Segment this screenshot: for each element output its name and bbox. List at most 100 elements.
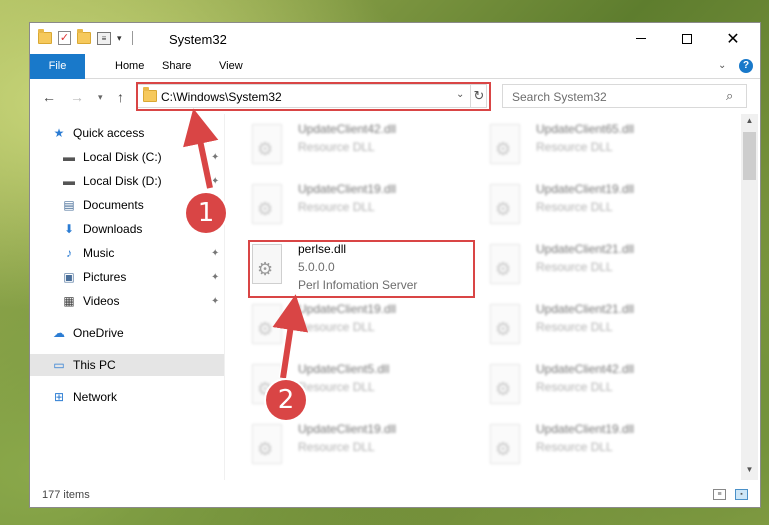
pin-icon[interactable]: ✦ [211,296,219,307]
sidebar-item-downloads[interactable]: ⬇ Downloads [62,218,142,240]
window-title: System32 [169,32,227,47]
file-item[interactable]: ⚙ UpdateClient21.dll Resource DLL [466,298,696,353]
new-folder-icon[interactable] [77,29,91,44]
file-description: Resource DLL [536,380,613,394]
file-item[interactable]: ⚙ UpdateClient19.dll Resource DLL [228,298,458,353]
sidebar-item-label: Pictures [83,270,127,284]
up-arrow-icon[interactable]: ↑ [117,89,124,105]
scroll-down-icon[interactable]: ▼ [741,465,758,474]
gear-icon: ⚙ [495,379,512,399]
file-name: UpdateClient19.dll [536,422,635,436]
file-item[interactable]: ⚙ UpdateClient19.dll Resource DLL [228,178,458,233]
minimize-button[interactable] [618,23,664,54]
file-item[interactable]: ⚙ UpdateClient19.dll Resource DLL [466,418,696,473]
file-name: UpdateClient42.dll [536,362,635,376]
gear-icon: ⚙ [495,439,512,459]
sidebar-item-label: Videos [83,294,120,308]
scroll-up-icon[interactable]: ▲ [741,116,758,125]
file-name: UpdateClient65.dll [536,122,635,136]
gear-icon: ⚙ [495,319,512,339]
file-description: Resource DLL [298,380,375,394]
videos-icon: ▦ [63,294,75,308]
file-name: UpdateClient21.dll [536,302,635,316]
tab-file[interactable]: File [30,54,85,79]
sidebar-item-videos[interactable]: ▦ Videos [62,290,119,312]
tab-home[interactable]: Home [105,54,154,79]
file-item[interactable]: ⚙ UpdateClient19.dll Resource DLL [228,418,458,473]
file-description: Resource DLL [536,140,613,154]
sidebar-item-label: Music [83,246,115,260]
onedrive-icon: ☁ [53,326,65,340]
title-bar: ✓ ≡ ▾ System32 ✕ [30,23,760,54]
tiles-view-icon[interactable]: ▪ [735,489,748,500]
step-1-badge: 1 [186,193,226,233]
tab-view[interactable]: View [209,54,253,79]
maximize-button[interactable] [664,23,710,54]
vertical-scrollbar[interactable]: ▲ ▼ [741,114,758,480]
customize-toolbar-icon[interactable]: ≡ [97,31,111,45]
gear-icon: ⚙ [495,259,512,279]
sidebar-item-label: OneDrive [73,326,124,340]
file-item[interactable]: ⚙ UpdateClient65.dll Resource DLL [466,118,696,173]
help-icon[interactable]: ? [739,59,753,73]
dll-file-icon: ⚙ [490,364,520,404]
file-item[interactable]: ⚙ UpdateClient19.dll Resource DLL [466,178,696,233]
file-item[interactable]: ⚙ UpdateClient21.dll Resource DLL [466,238,696,293]
sidebar-item-label: Documents [83,198,144,212]
drive-icon: ▬ [63,150,75,164]
dll-file-icon: ⚙ [252,424,282,464]
scrollbar-thumb[interactable] [743,132,756,180]
sidebar-item-label: Quick access [73,126,145,140]
sidebar-item-this-pc[interactable]: ▭ This PC [30,354,224,376]
details-view-icon[interactable]: ≡ [713,489,726,500]
file-name: UpdateClient21.dll [536,242,635,256]
file-highlight [248,240,475,298]
forward-arrow-icon[interactable]: → [70,89,84,105]
gear-icon: ⚙ [257,199,274,219]
file-description: Resource DLL [298,200,375,214]
pin-icon[interactable]: ✦ [211,248,219,259]
tab-share[interactable]: Share [152,54,201,79]
gear-icon: ⚙ [257,139,274,159]
dll-file-icon: ⚙ [490,184,520,224]
qat-dropdown-icon[interactable]: ▾ [117,33,122,44]
file-name: UpdateClient19.dll [298,182,397,196]
file-item[interactable]: ⚙ UpdateClient42.dll Resource DLL [228,118,458,173]
sidebar-item-onedrive[interactable]: ☁ OneDrive [52,322,124,344]
sidebar-item-documents[interactable]: ▤ Documents [62,194,144,216]
sidebar-item-label: Local Disk (C:) [83,150,162,164]
pin-icon[interactable]: ✦ [211,272,219,283]
sidebar-item-music[interactable]: ♪ Music [62,242,114,264]
properties-check-icon[interactable]: ✓ [58,31,71,45]
file-item[interactable]: ⚙ UpdateClient42.dll Resource DLL [466,358,696,413]
dll-file-icon: ⚙ [252,184,282,224]
sidebar-item-local-disk-c[interactable]: ▬ Local Disk (C:) [62,146,162,168]
search-input[interactable]: Search System32 ⌕ [502,84,747,108]
file-item[interactable]: ⚙ UpdateClient5.dll Resource DLL [228,358,458,413]
file-description: Resource DLL [536,200,613,214]
close-button[interactable]: ✕ [710,23,756,54]
documents-icon: ▤ [63,198,75,212]
pin-icon[interactable]: ✦ [211,176,219,187]
back-arrow-icon[interactable]: ← [42,89,56,105]
sidebar-item-label: Network [73,390,118,404]
recent-locations-icon[interactable]: ▾ [98,92,103,103]
sidebar-item-network[interactable]: ⊞ Network [52,386,117,408]
file-description: Resource DLL [536,320,613,334]
dll-file-icon: ⚙ [490,124,520,164]
pictures-icon: ▣ [63,270,75,284]
file-description: Resource DLL [298,320,375,334]
drive-icon: ▬ [63,174,75,188]
pin-icon[interactable]: ✦ [211,152,219,163]
maximize-icon [682,33,692,44]
dll-file-icon: ⚙ [252,304,282,344]
search-placeholder: Search System32 [512,90,607,104]
search-icon[interactable]: ⌕ [726,88,733,104]
downloads-icon: ⬇ [63,222,75,236]
sidebar-item-local-disk-d[interactable]: ▬ Local Disk (D:) [62,170,162,192]
dll-file-icon: ⚙ [490,244,520,284]
expand-ribbon-icon[interactable]: ⌄ [718,60,726,71]
sidebar-item-pictures[interactable]: ▣ Pictures [62,266,126,288]
sidebar-item-label: Local Disk (D:) [83,174,162,188]
sidebar-item-quick-access[interactable]: ★ Quick access [52,122,145,144]
